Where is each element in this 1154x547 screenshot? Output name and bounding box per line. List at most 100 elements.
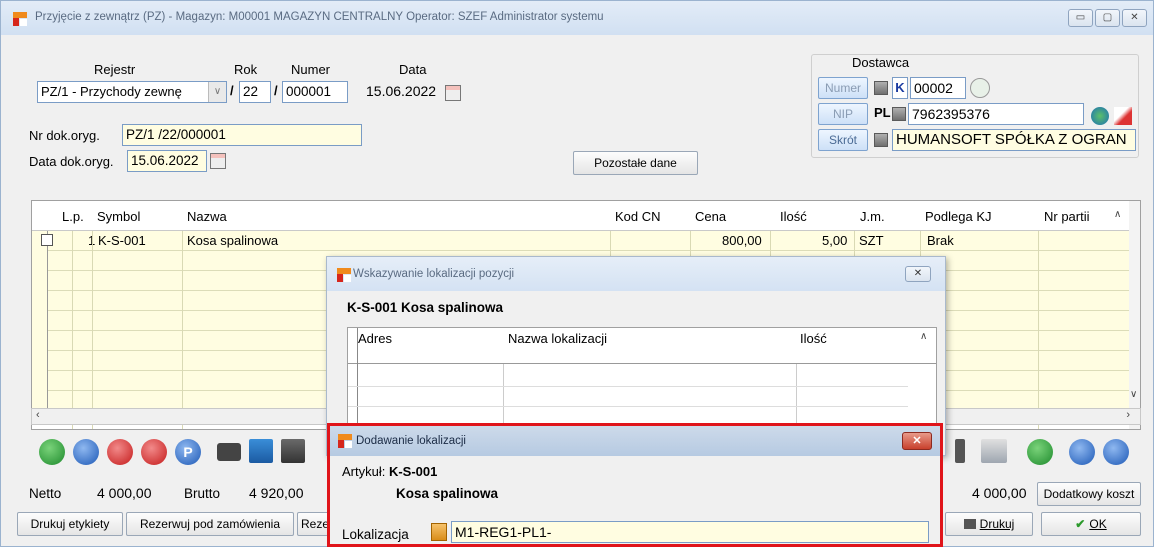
drukuj-button[interactable]: Drukuj [945, 512, 1033, 536]
k-label: K [892, 77, 908, 99]
nr-dok-label: Nr dok.oryg. [29, 128, 100, 143]
skrot-field[interactable]: HUMANSOFT SPÓŁKA Z OGRAN [892, 129, 1136, 151]
dostawca-title: Dostawca [852, 55, 910, 70]
item-heading: K-S-001 Kosa spalinowa [347, 300, 504, 315]
col-header-nazwa-lokalizacji[interactable]: Nazwa lokalizacji [508, 331, 607, 346]
data-dok-field[interactable]: 15.06.2022 [127, 150, 207, 172]
delete-selected-icon[interactable] [141, 439, 167, 465]
cell-ilosc: 5,00 [822, 233, 848, 248]
printer-icon [963, 519, 976, 529]
lokalizacja-input[interactable]: M1-REG1-PL1- [451, 521, 929, 543]
previous-icon[interactable] [1069, 439, 1095, 465]
document-icon[interactable] [955, 439, 965, 463]
close-icon[interactable]: ✕ [902, 432, 932, 450]
scroll-up-icon[interactable]: ∧ [920, 331, 927, 342]
lokalizacja-label: Lokalizacja [342, 527, 409, 542]
close-icon[interactable]: ✕ [905, 266, 931, 282]
artykul-name: Kosa spalinowa [396, 486, 499, 501]
drukuj-etykiety-button[interactable]: Drukuj etykiety [17, 512, 123, 536]
minimize-button[interactable]: ▭ [1068, 9, 1093, 27]
app-logo-icon [338, 434, 352, 448]
col-header-nr-partii[interactable]: Nr partii [1044, 209, 1090, 224]
rezerwuj-button[interactable]: Rezerwuj pod zamówienia [126, 512, 294, 536]
search-icon[interactable] [970, 78, 990, 98]
chart-icon[interactable] [1114, 107, 1132, 125]
pozostale-dane-button[interactable]: Pozostałe dane [573, 151, 698, 175]
delete-icon[interactable] [107, 439, 133, 465]
netto-value: 4 000,00 [97, 485, 152, 501]
grid-header: L.p. Symbol Nazwa Kod CN Cena Ilość J.m.… [32, 201, 1140, 231]
globe-icon[interactable] [1091, 107, 1109, 125]
col-header-podlega-kj[interactable]: Podlega KJ [925, 209, 992, 224]
scroll-left-icon[interactable]: ‹ [36, 409, 40, 421]
skrot-button[interactable]: Skrót [818, 129, 868, 151]
ok-button[interactable]: ✔ OK [1041, 512, 1141, 536]
col-header-symbol[interactable]: Symbol [97, 209, 140, 224]
nip-field[interactable]: 7962395376 [908, 103, 1084, 125]
scroll-up-icon[interactable]: ∧ [1114, 209, 1121, 220]
table-row[interactable]: 1 K-S-001 Kosa spalinowa 800,00 5,00 SZT… [32, 231, 1129, 251]
scroll-down-icon[interactable]: ∨ [1130, 389, 1137, 400]
add-icon[interactable] [39, 439, 65, 465]
cell-symbol: K-S-001 [98, 233, 146, 248]
calculator-icon[interactable] [281, 439, 305, 463]
list-icon[interactable] [431, 523, 447, 541]
dodawanie-lokalizacji-dialog: Dodawanie lokalizacji ✕ Artykuł: K-S-001… [327, 423, 943, 547]
grid-header: Adres Nazwa lokalizacji Ilość ∧ [348, 328, 936, 364]
binoculars-icon[interactable] [217, 443, 241, 461]
col-header-adres[interactable]: Adres [358, 331, 392, 346]
list-icon[interactable] [874, 133, 888, 147]
dostawca-numer-field[interactable]: 00002 [910, 77, 966, 99]
nip-button[interactable]: NIP [818, 103, 868, 125]
col-header-ilosc[interactable]: Ilość [780, 209, 807, 224]
list-icon[interactable] [874, 81, 888, 95]
app-logo-icon [13, 12, 27, 26]
dialog-title-bar: Dodawanie lokalizacji ✕ [330, 426, 940, 456]
row-checkbox[interactable] [41, 234, 53, 246]
cell-cena: 800,00 [722, 233, 762, 248]
col-header-kodcn[interactable]: Kod CN [615, 209, 661, 224]
spreadsheet-icon[interactable] [249, 439, 273, 463]
calendar-icon[interactable] [210, 153, 226, 169]
cell-nazwa: Kosa spalinowa [187, 233, 279, 248]
dialog-title: Dodawanie lokalizacji [356, 435, 466, 447]
data-dok-label: Data dok.oryg. [29, 154, 114, 169]
rejestr-select[interactable]: PZ/1 - Przychody zewnę ∨ [37, 81, 227, 103]
slash-separator: / [230, 83, 234, 98]
right-total-value: 4 000,00 [972, 485, 1027, 501]
country-code: PL [874, 105, 891, 120]
ok-label: OK [1089, 517, 1107, 531]
brutto-value: 4 920,00 [249, 485, 304, 501]
slash-separator: / [274, 83, 278, 98]
numer-field[interactable]: 000001 [282, 81, 348, 103]
col-header-cena[interactable]: Cena [695, 209, 726, 224]
scroll-right-icon[interactable]: › [1126, 409, 1130, 421]
next-icon[interactable] [1103, 439, 1129, 465]
rezerwuj-other-button[interactable]: Reze [297, 512, 329, 536]
col-header-nazwa[interactable]: Nazwa [187, 209, 227, 224]
col-header-ilosc[interactable]: Ilość [800, 331, 827, 346]
calendar-icon[interactable] [445, 85, 461, 101]
chevron-down-icon: ∨ [208, 82, 226, 102]
data-value[interactable]: 15.06.2022 [366, 83, 436, 99]
rok-field[interactable]: 22 [239, 81, 271, 103]
numer-button[interactable]: Numer [818, 77, 868, 99]
netto-label: Netto [29, 486, 62, 501]
artykul-row: Artykuł: K-S-001 [342, 464, 437, 479]
col-header-jm[interactable]: J.m. [860, 209, 885, 224]
dodatkowy-koszt-button[interactable]: Dodatkowy koszt [1037, 482, 1141, 506]
window-title: Przyjęcie z zewnątrz (PZ) - Magazyn: M00… [35, 11, 604, 23]
list-icon[interactable] [892, 107, 906, 121]
dialog-title-bar: Wskazywanie lokalizacji pozycji ✕ [327, 257, 945, 291]
maximize-button[interactable]: ▢ [1095, 9, 1120, 27]
nr-dok-field[interactable]: PZ/1 /22/000001 [122, 124, 362, 146]
edit-icon[interactable] [73, 439, 99, 465]
p-icon[interactable]: P [175, 439, 201, 465]
app-logo-icon [337, 268, 351, 282]
refresh-icon[interactable] [1027, 439, 1053, 465]
close-button[interactable]: ✕ [1122, 9, 1147, 27]
col-header-lp[interactable]: L.p. [62, 209, 84, 224]
copy-icon[interactable] [981, 439, 1007, 463]
vertical-scrollbar[interactable]: ∨ [1129, 201, 1140, 429]
data-label: Data [399, 62, 427, 77]
